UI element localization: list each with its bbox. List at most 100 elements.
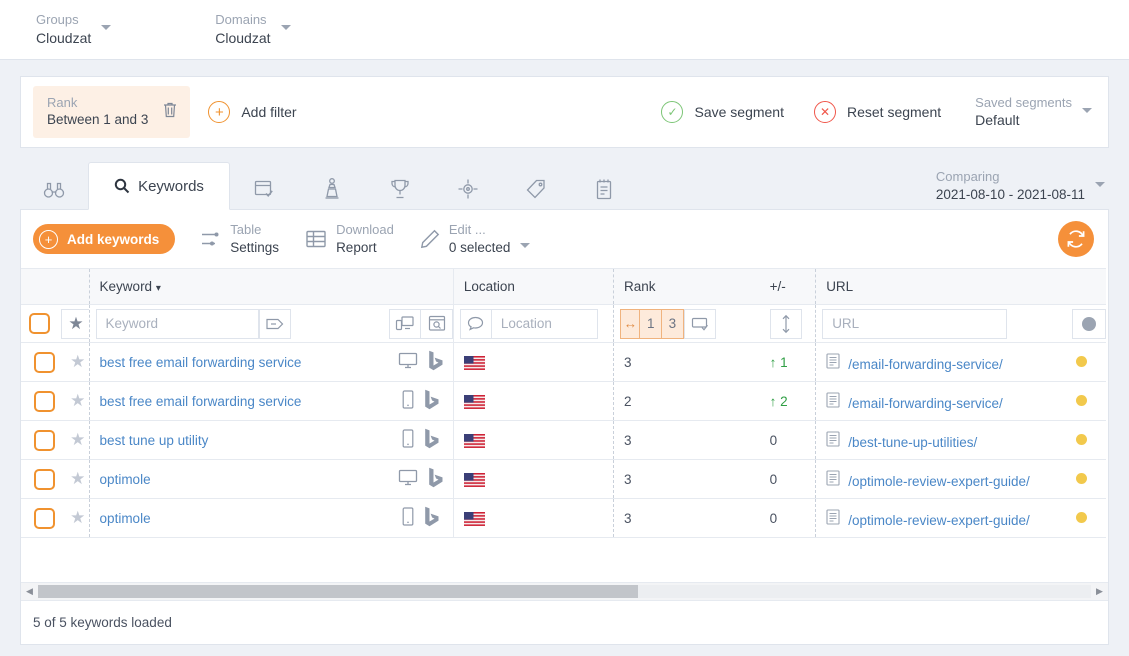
scroll-right-arrow-icon[interactable]: ▶: [1091, 586, 1108, 597]
chevron-down-icon[interactable]: [520, 242, 531, 248]
tab-tags[interactable]: [502, 169, 570, 209]
row-checkbox[interactable]: [33, 390, 55, 412]
row-checkbox[interactable]: [33, 468, 55, 490]
table-settings-button[interactable]: Table Settings: [201, 222, 279, 256]
scrollbar-track[interactable]: [38, 585, 1091, 598]
delta-sort-icon[interactable]: [769, 308, 802, 339]
table-row[interactable]: ★ optimole 3 0 /optimole-review-expert-g…: [21, 459, 1106, 499]
rank-range-icon[interactable]: ↔: [620, 308, 641, 339]
rank-filter-confirm-icon[interactable]: [683, 308, 716, 339]
keyword-link[interactable]: best tune up utility: [100, 433, 209, 448]
url-link[interactable]: /best-tune-up-utilities/: [848, 435, 977, 450]
groups-selector[interactable]: Groups Cloudzat: [36, 11, 112, 47]
location-comment-icon[interactable]: [459, 308, 492, 339]
delta-up-icon: ↑ 2: [769, 393, 788, 409]
table-row[interactable]: ★ best free email forwarding service 2 ↑…: [21, 381, 1106, 421]
table-toolbar: + Add keywords Table Settings Download R…: [21, 210, 1108, 268]
row-delta-cell: 0: [721, 420, 816, 460]
keyword-link[interactable]: best free email forwarding service: [100, 355, 302, 370]
add-keywords-button[interactable]: + Add keywords: [33, 224, 176, 254]
plus-icon: +: [39, 229, 58, 249]
header-url[interactable]: URL: [815, 268, 1106, 305]
tab-overview[interactable]: [20, 169, 88, 209]
chevron-down-icon[interactable]: [1082, 107, 1092, 113]
document-icon: [826, 508, 840, 528]
header-keyword[interactable]: Keyword ▾: [88, 268, 454, 305]
url-filter-input[interactable]: URL: [822, 308, 1008, 339]
domains-label: Domains: [215, 12, 267, 28]
location-filter-input[interactable]: Location: [491, 308, 598, 339]
groups-value: Cloudzat: [36, 29, 92, 46]
star-icon[interactable]: ★: [70, 508, 85, 527]
bing-icon: [424, 428, 441, 452]
delta-filter-cell: [721, 304, 816, 343]
chevron-down-icon[interactable]: [1095, 182, 1105, 187]
rank-from-input[interactable]: 1: [640, 308, 663, 339]
star-icon[interactable]: ★: [70, 352, 85, 371]
domains-selector[interactable]: Domains Cloudzat: [215, 11, 291, 47]
row-delta-cell: 0: [721, 498, 816, 538]
select-all-checkbox[interactable]: [28, 313, 50, 334]
bing-icon: [428, 350, 445, 374]
comparing-range[interactable]: Comparing 2021-08-10 - 2021-08-11: [936, 168, 1105, 204]
add-filter-button[interactable]: + Add filter: [208, 101, 297, 123]
keywords-panel: + Add keywords Table Settings Download R…: [20, 210, 1109, 645]
star-icon[interactable]: ★: [70, 469, 85, 488]
url-link[interactable]: /email-forwarding-service/: [848, 396, 1003, 411]
url-link[interactable]: /optimole-review-expert-guide/: [848, 513, 1030, 528]
tab-competitors[interactable]: [298, 169, 366, 209]
tab-landing-pages[interactable]: [230, 169, 298, 209]
row-url-cell: /email-forwarding-service/: [815, 381, 1066, 421]
keyword-link[interactable]: optimole: [100, 511, 151, 526]
star-filter-button[interactable]: ★: [61, 308, 92, 339]
keyword-link[interactable]: best free email forwarding service: [100, 394, 302, 409]
edit-selected-button[interactable]: Edit ... 0 selected: [420, 222, 531, 256]
keyword-filter-input[interactable]: Keyword: [95, 308, 259, 339]
header-location[interactable]: Location: [452, 268, 614, 305]
search-engine-filter-icon[interactable]: [421, 308, 454, 339]
download-report-button[interactable]: Download Report: [305, 222, 394, 256]
trash-icon[interactable]: [162, 101, 178, 122]
row-rank-cell: 3: [613, 342, 722, 382]
table-row[interactable]: ★ best free email forwarding service 3 ↑…: [21, 342, 1106, 382]
url-link[interactable]: /email-forwarding-service/: [848, 357, 1003, 372]
header-rank[interactable]: Rank: [613, 268, 722, 305]
star-icon[interactable]: ★: [70, 430, 85, 449]
scrollbar-thumb[interactable]: [38, 585, 639, 598]
row-checkbox[interactable]: [33, 351, 55, 373]
search-icon: [114, 178, 130, 194]
header-select: [21, 268, 58, 305]
reset-segment-button[interactable]: ✕ Reset segment: [813, 101, 941, 123]
scroll-left-arrow-icon[interactable]: ◀: [21, 586, 38, 597]
bing-icon: [424, 506, 441, 530]
table-row[interactable]: ★ best tune up utility 3 0 /best-tune-up…: [21, 420, 1106, 460]
url-link[interactable]: /optimole-review-expert-guide/: [848, 474, 1030, 489]
tab-notes[interactable]: [570, 169, 638, 209]
star-icon[interactable]: ★: [70, 391, 85, 410]
row-checkbox[interactable]: [33, 429, 55, 451]
us-flag-icon: [463, 354, 485, 370]
horizontal-scrollbar[interactable]: ◀ ▶: [21, 582, 1108, 600]
bing-icon: [428, 467, 445, 491]
status-filter-button[interactable]: [1071, 308, 1106, 339]
tab-rankings[interactable]: [366, 169, 434, 209]
device-filter-icon[interactable]: [389, 308, 422, 339]
filter-chip-rank[interactable]: Rank Between 1 and 3: [33, 86, 191, 138]
row-delta-cell: 0: [721, 459, 816, 499]
row-keyword-cell: best free email forwarding service: [88, 342, 390, 382]
row-device-cell: [389, 459, 454, 499]
table-row[interactable]: ★ optimole 3 0 /optimole-review-expert-g…: [21, 498, 1106, 538]
keyword-tag-filter-icon[interactable]: [258, 308, 291, 339]
comparing-label: Comparing: [935, 169, 1000, 184]
chevron-down-icon[interactable]: [280, 25, 291, 31]
tab-opportunities[interactable]: [434, 169, 502, 209]
header-delta[interactable]: +/-: [721, 268, 816, 305]
chevron-down-icon[interactable]: [101, 25, 112, 31]
saved-segments-selector[interactable]: Saved segments Default: [975, 94, 1092, 130]
save-segment-button[interactable]: ✓ Save segment: [661, 101, 784, 123]
refresh-button[interactable]: [1058, 221, 1094, 257]
row-checkbox[interactable]: [33, 507, 55, 529]
keyword-link[interactable]: optimole: [100, 472, 151, 487]
rank-to-input[interactable]: 3: [662, 308, 684, 339]
tab-keywords[interactable]: Keywords: [88, 162, 230, 210]
